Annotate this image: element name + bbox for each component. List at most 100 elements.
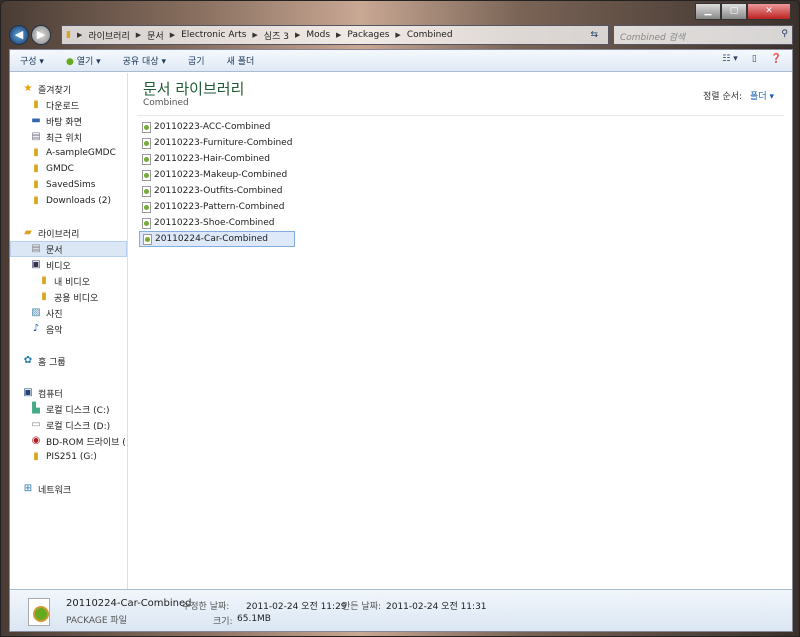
label: 로컬 디스크 (D:)	[46, 421, 111, 432]
bd-rom-icon: ◉	[31, 435, 41, 446]
search-icon[interactable]: ⚲	[781, 29, 788, 39]
label: 사진	[46, 309, 63, 320]
crumb[interactable]: 라이브러리	[88, 29, 129, 42]
label: 라이브러리	[38, 229, 80, 240]
sidebar-item[interactable]: ▮ 다운로드	[10, 97, 127, 113]
content-pane: 문서 라이브러리 Combined 정렬 순서: 폴더 ▾ 20110223-AC…	[129, 73, 792, 591]
label: Downloads (2)	[46, 196, 112, 206]
open-button[interactable]: ● 열기 ▾	[66, 54, 101, 67]
size-label: 크기:	[213, 617, 233, 627]
sims-icon: ●	[65, 57, 74, 67]
label: 문서	[46, 245, 63, 256]
sidebar-item[interactable]: ▮ A-sampleGMDC	[10, 145, 127, 161]
library-icon: ▰	[24, 227, 32, 238]
search-placeholder: Combined 검색	[620, 33, 686, 43]
crumb[interactable]: Mods	[306, 30, 330, 40]
sidebar-network[interactable]: ⊞ 네트워크	[10, 481, 127, 497]
close-button[interactable]: ✕	[747, 3, 791, 20]
file-name: 20110223-ACC-Combined	[154, 122, 271, 132]
sidebar-libraries[interactable]: ▰ 라이브러리	[10, 225, 127, 241]
modified-label: 수정한 날짜:	[182, 602, 230, 612]
crumb[interactable]: 심즈 3	[264, 29, 289, 42]
size-value: 65.1MB	[237, 614, 271, 624]
sidebar-item[interactable]: ♪ 음악	[10, 321, 127, 337]
details-pane: 20110224-Car-Combined PACKAGE 파일 수정한 날짜:…	[10, 589, 792, 631]
sidebar-item[interactable]: ◉ BD-ROM 드라이브 (	[10, 433, 127, 449]
sidebar-item[interactable]: ▭ 로컬 디스크 (D:)	[10, 417, 127, 433]
file-item[interactable]: 20110223-Outfits-Combined	[139, 183, 295, 199]
preview-pane-icon[interactable]: ▯	[752, 54, 757, 64]
crumb[interactable]: 문서	[147, 29, 164, 42]
sidebar-item[interactable]: ▮ PIS251 (G:)	[10, 449, 127, 465]
file-name: 20110223-Pattern-Combined	[154, 202, 285, 212]
minimize-button[interactable]: ▁	[695, 3, 721, 20]
sidebar-item[interactable]: ▮ 내 비디오	[10, 273, 127, 289]
pictures-icon: ▨	[31, 307, 41, 318]
file-item[interactable]: 20110223-Shoe-Combined	[139, 215, 295, 231]
selected-file-type: PACKAGE 파일	[66, 616, 127, 626]
label: 네트워크	[38, 485, 72, 496]
label: A-sampleGMDC	[46, 148, 116, 158]
sidebar-item-documents[interactable]: ▤ 문서	[10, 241, 127, 257]
help-icon[interactable]: ❓	[771, 54, 782, 64]
label: 비디오	[46, 261, 71, 272]
view-options-icon[interactable]: ☷ ▾	[722, 54, 737, 64]
sidebar-item[interactable]: ▮ Downloads (2)	[10, 193, 127, 209]
maximize-button[interactable]: ▢	[721, 3, 747, 20]
package-file-icon	[142, 153, 151, 165]
crumb[interactable]: Combined	[407, 30, 453, 40]
star-icon: ★	[23, 83, 33, 94]
file-name: 20110224-Car-Combined	[155, 234, 268, 244]
sort-dropdown[interactable]: 폴더 ▾	[750, 92, 774, 102]
window-frame: ▁ ▢ ✕ ◀ ▶ ▮ ▶ 라이브러리 ▶ 문서 ▶ Electronic Arts …	[0, 0, 800, 637]
desktop-icon: ▬	[31, 115, 41, 126]
network-icon: ⊞	[23, 483, 33, 494]
sidebar-item[interactable]: ▨ 사진	[10, 305, 127, 321]
sidebar-item[interactable]: ▙ 로컬 디스크 (C:)	[10, 401, 127, 417]
label: 공용 비디오	[54, 293, 99, 304]
sidebar-item[interactable]: ▣ 비디오	[10, 257, 127, 273]
file-item[interactable]: 20110223-ACC-Combined	[139, 119, 295, 135]
homegroup-icon: ✿	[23, 355, 33, 366]
burn-button[interactable]: 굽기	[188, 54, 205, 67]
file-item[interactable]: 20110223-Makeup-Combined	[139, 167, 295, 183]
crumb[interactable]: Packages	[347, 30, 389, 40]
sidebar-item[interactable]: ▬ 바탕 화면	[10, 113, 127, 129]
crumb[interactable]: Electronic Arts	[181, 30, 246, 40]
sidebar-computer[interactable]: ▣ 컴퓨터	[10, 385, 127, 401]
label: PIS251 (G:)	[46, 452, 97, 462]
sidebar-item[interactable]: ▤ 최근 위치	[10, 129, 127, 145]
modified-value: 2011-02-24 오전 11:29	[246, 602, 347, 612]
sidebar-favorites[interactable]: ★ 즐겨찾기	[10, 81, 127, 97]
file-name: 20110223-Furniture-Combined	[154, 138, 293, 148]
new-folder-button[interactable]: 새 폴더	[227, 54, 255, 67]
label: SavedSims	[46, 180, 96, 190]
label: 로컬 디스크 (C:)	[46, 405, 110, 416]
back-button[interactable]: ◀	[9, 25, 29, 45]
created-value: 2011-02-24 오전 11:31	[386, 602, 487, 612]
file-item[interactable]: 20110223-Furniture-Combined	[139, 135, 295, 151]
package-file-icon	[142, 185, 151, 197]
sort-control[interactable]: 정렬 순서: 폴더 ▾	[703, 89, 774, 102]
share-button[interactable]: 공유 대상 ▾	[123, 54, 166, 67]
sidebar-item[interactable]: ▮ SavedSims	[10, 177, 127, 193]
folder-icon: ▮	[41, 291, 47, 302]
file-item-selected[interactable]: 20110224-Car-Combined	[139, 231, 296, 247]
sort-label: 정렬 순서:	[703, 92, 743, 102]
refresh-icon[interactable]: ⇆	[590, 30, 598, 40]
created-label: 만든 날짜:	[342, 602, 382, 612]
package-file-icon	[142, 217, 151, 229]
caption-buttons: ▁ ▢ ✕	[695, 3, 791, 20]
file-item[interactable]: 20110223-Hair-Combined	[139, 151, 295, 167]
forward-button[interactable]: ▶	[31, 25, 51, 45]
sidebar-item[interactable]: ▮ 공용 비디오	[10, 289, 127, 305]
address-bar[interactable]: ▮ ▶ 라이브러리 ▶ 문서 ▶ Electronic Arts ▶ 심즈 3 ▶ Mod…	[61, 25, 609, 45]
sidebar-homegroup[interactable]: ✿ 홈 그룹	[10, 353, 127, 369]
organize-button[interactable]: 구성 ▾	[20, 54, 44, 67]
folder-icon: ▮	[33, 147, 39, 158]
search-input[interactable]: Combined 검색 ⚲	[613, 25, 793, 45]
file-item[interactable]: 20110223-Pattern-Combined	[139, 199, 295, 215]
sidebar-item[interactable]: ▮ GMDC	[10, 161, 127, 177]
library-title: 문서 라이브러리	[143, 80, 245, 98]
label: 다운로드	[46, 101, 80, 112]
